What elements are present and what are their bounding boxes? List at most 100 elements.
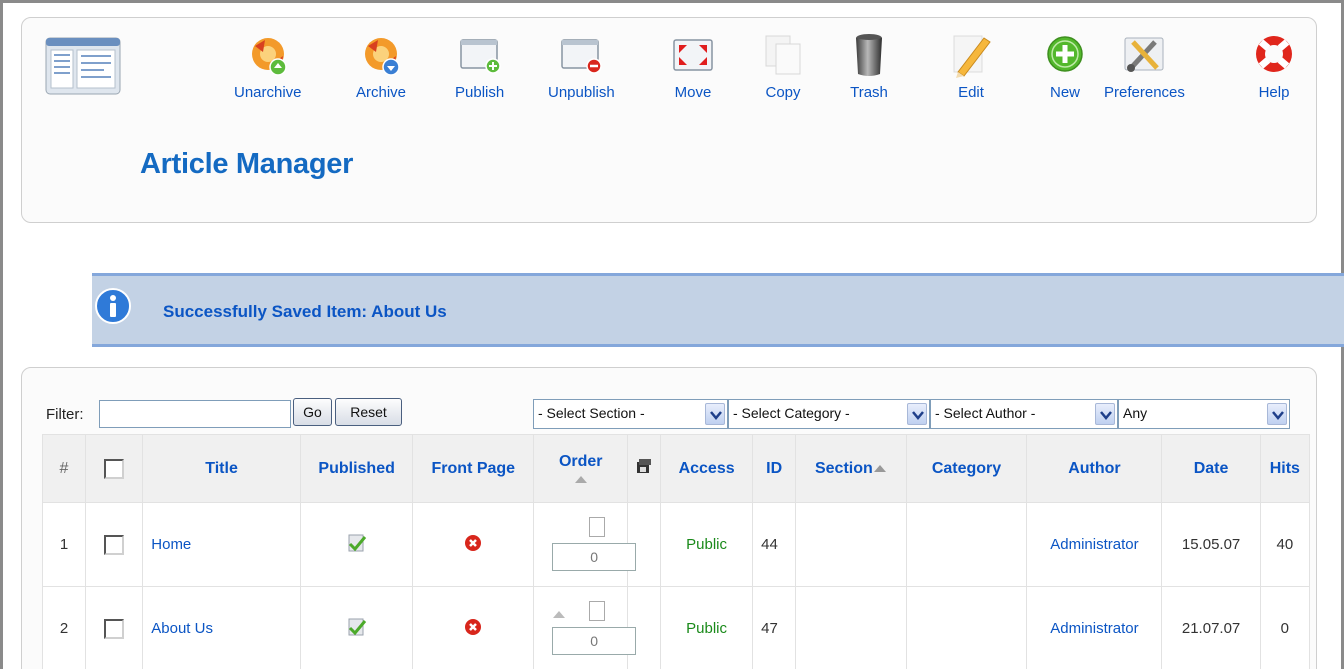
filter-input[interactable] [99,400,291,428]
author-select[interactable]: - Select Author - [930,399,1118,429]
header-select-all [84,434,144,503]
trash-button[interactable]: Trash [846,32,892,101]
reset-button[interactable]: Reset [335,398,402,426]
header-access[interactable]: Access [660,434,754,503]
row-num: 1 [42,502,86,587]
row-title-cell: Home [142,502,301,587]
move-button[interactable]: Move [670,32,716,101]
published-check-icon[interactable] [346,532,368,554]
preferences-label: Preferences [1104,84,1185,101]
order-up-icon[interactable] [552,609,566,619]
archive-icon [365,38,400,76]
category-select[interactable]: - Select Category - [728,399,930,429]
help-label: Help [1258,84,1290,101]
order-input[interactable]: 0 [552,626,637,655]
unpublish-button[interactable]: Unpublish [548,32,615,101]
unarchive-button[interactable]: Unarchive [234,32,302,101]
row-select [84,586,144,669]
header-order-label: Order [558,452,603,470]
move-label: Move [674,84,712,101]
row-published [299,586,414,669]
select-all-checkbox[interactable] [104,458,125,479]
content-panel: Filter: Go Reset - Select Section - - Se… [21,367,1317,669]
state-select[interactable]: Any [1118,399,1290,429]
row-category [905,502,1028,587]
chevron-down-icon [1267,403,1287,425]
publish-label: Publish [455,84,505,101]
articles-table: # Title Published Front Page Order Acces… [42,434,1311,669]
row-checkbox[interactable] [104,618,125,639]
trash-label: Trash [850,84,888,101]
archive-label: Archive [356,84,407,101]
save-order-icon [637,459,652,473]
order-down-handle[interactable] [589,600,606,621]
move-icon [673,39,713,71]
header-save-order[interactable] [627,434,662,503]
header-category[interactable]: Category [905,434,1028,503]
status-message: Successfully Saved Item: About Us [163,302,447,321]
row-checkbox[interactable] [104,534,125,555]
row-title-link[interactable]: Home [143,536,191,553]
header-hits[interactable]: Hits [1259,434,1311,503]
header-section[interactable]: Section [795,434,907,503]
publish-button[interactable]: Publish [455,32,504,101]
chevron-down-icon [907,403,927,425]
sort-up-icon [574,475,587,483]
unarchive-label: Unarchive [234,84,302,101]
header-title[interactable]: Title [142,434,301,503]
copy-icon [765,35,801,75]
table-header-row: # Title Published Front Page Order Acces… [42,434,1311,503]
row-access: Public [660,502,754,587]
row-order: 0 [533,502,637,587]
header-date[interactable]: Date [1161,434,1261,503]
new-label: New [1049,84,1080,101]
author-link[interactable]: Administrator [1050,620,1138,637]
header-front-page[interactable]: Front Page [412,434,535,503]
row-date: 15.05.07 [1161,502,1261,587]
front-page-no-icon[interactable] [464,534,482,552]
section-select[interactable]: - Select Section - [533,399,728,429]
new-button[interactable]: New [1042,32,1088,101]
toolbar-panel: Unarchive Archive Publish Unpublish Move… [21,17,1317,223]
edit-label: Edit [958,84,984,101]
copy-button[interactable]: Copy [760,32,806,101]
order-down-handle[interactable] [589,516,606,537]
row-hits: 40 [1259,502,1311,587]
edit-button[interactable]: Edit [948,32,994,101]
header-id[interactable]: ID [752,434,797,503]
row-select [84,502,144,587]
table-row: 1 Home 0 Public 44 Administrator 15.05.0… [42,502,1311,587]
row-num: 2 [42,586,86,669]
author-link[interactable]: Administrator [1050,536,1138,553]
row-hits: 0 [1259,586,1311,669]
order-input[interactable]: 0 [552,542,637,571]
author-select-value: - Select Author - [935,405,1036,421]
header-order[interactable]: Order [533,434,629,503]
chevron-down-icon [1095,403,1115,425]
access-link[interactable]: Public [686,620,727,637]
help-icon [1256,36,1292,72]
row-id: 44 [752,502,797,587]
row-id: 47 [752,586,797,669]
row-section [795,586,907,669]
sort-asc-icon [873,464,886,472]
row-title-cell: About Us [142,586,301,669]
category-select-value: - Select Category - [733,405,850,421]
header-num: # [42,434,86,503]
help-button[interactable]: Help [1251,32,1297,101]
access-link[interactable]: Public [686,536,727,553]
go-button[interactable]: Go [293,398,332,426]
unpublish-label: Unpublish [548,84,615,101]
row-title-link[interactable]: About Us [143,620,213,637]
row-order: 0 [533,586,637,669]
header-published[interactable]: Published [299,434,414,503]
preferences-button[interactable]: Preferences [1104,32,1185,101]
row-author: Administrator [1026,502,1163,587]
row-front-page [412,502,535,587]
published-check-icon[interactable] [346,616,368,638]
header-author[interactable]: Author [1026,434,1163,503]
row-author: Administrator [1026,586,1163,669]
info-icon [95,288,131,324]
archive-button[interactable]: Archive [356,32,406,101]
front-page-no-icon[interactable] [464,618,482,636]
